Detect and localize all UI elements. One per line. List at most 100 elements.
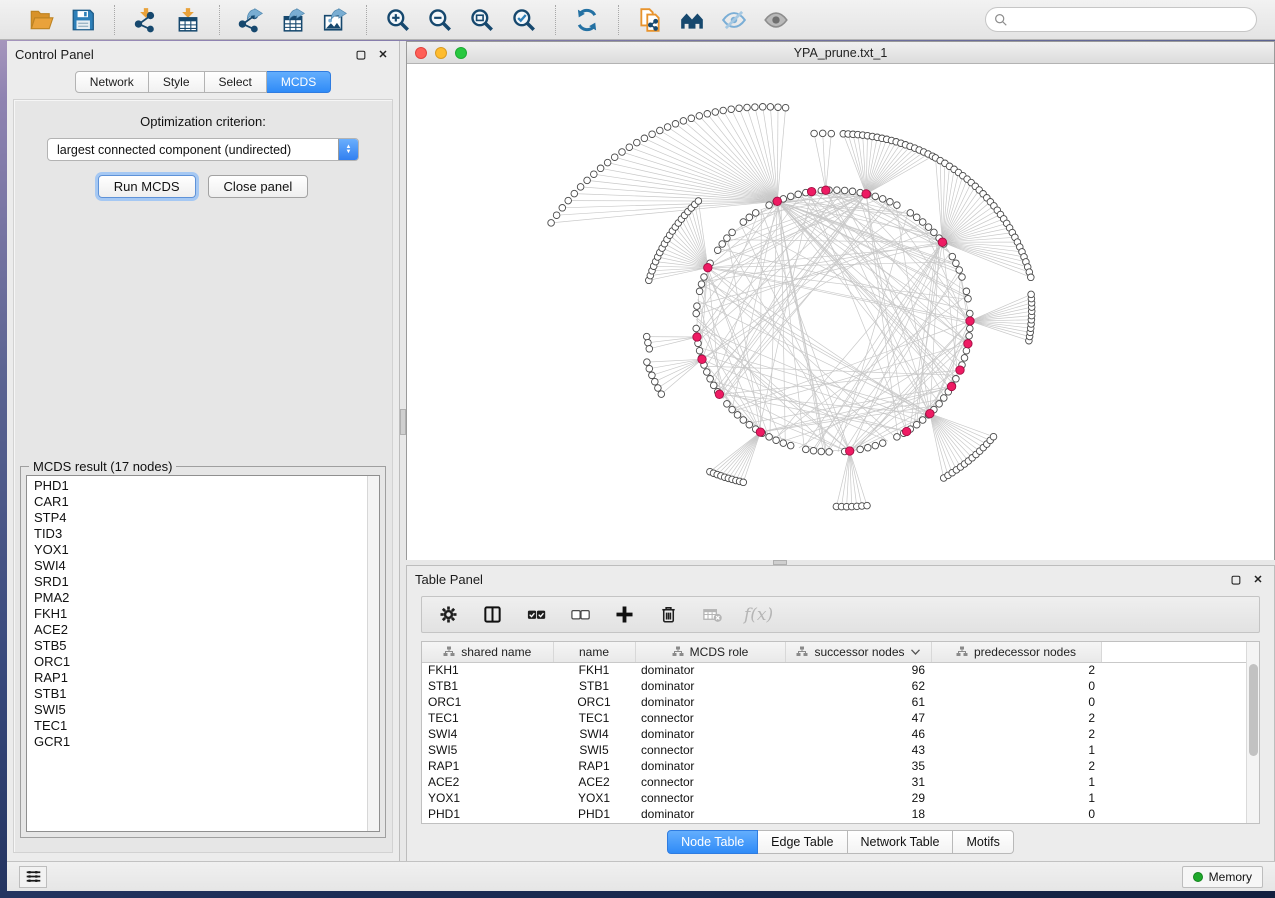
table-row[interactable]: TEC1TEC1connector472 bbox=[422, 710, 1246, 726]
network-node[interactable] bbox=[693, 325, 700, 332]
table-cell[interactable]: dominator bbox=[635, 662, 785, 678]
mcds-node[interactable] bbox=[902, 427, 910, 435]
network-node[interactable] bbox=[780, 440, 787, 447]
network-node[interactable] bbox=[782, 104, 789, 111]
network-titlebar[interactable]: YPA_prune.txt_1 bbox=[407, 42, 1274, 64]
mcds-node[interactable] bbox=[773, 197, 781, 205]
table-cell[interactable]: connector bbox=[635, 790, 785, 806]
network-node[interactable] bbox=[728, 106, 735, 113]
network-node[interactable] bbox=[810, 447, 817, 454]
network-node[interactable] bbox=[553, 212, 560, 219]
mcds-list-item[interactable]: YOX1 bbox=[34, 542, 367, 558]
tab-style[interactable]: Style bbox=[149, 71, 205, 93]
network-node[interactable] bbox=[729, 406, 736, 413]
network-node[interactable] bbox=[752, 210, 759, 217]
network-node[interactable] bbox=[990, 433, 997, 440]
network-node[interactable] bbox=[953, 376, 960, 383]
network-node[interactable] bbox=[766, 434, 773, 441]
table-cell[interactable]: 61 bbox=[785, 694, 931, 710]
table-cell[interactable]: ORC1 bbox=[422, 694, 553, 710]
network-node[interactable] bbox=[734, 412, 741, 419]
search-field[interactable] bbox=[985, 7, 1257, 32]
float-panel-icon[interactable]: ▢ bbox=[353, 46, 369, 62]
table-cell[interactable]: SWI4 bbox=[553, 726, 635, 742]
mcds-list-item[interactable]: SWI5 bbox=[34, 702, 367, 718]
export-image-button[interactable] bbox=[318, 4, 352, 36]
mcds-node[interactable] bbox=[715, 390, 723, 398]
network-node[interactable] bbox=[961, 355, 968, 362]
network-node[interactable] bbox=[963, 347, 970, 354]
network-node[interactable] bbox=[907, 210, 914, 217]
table-row[interactable]: FKH1FKH1dominator962 bbox=[422, 662, 1246, 678]
network-node[interactable] bbox=[819, 130, 826, 137]
table-cell[interactable]: YOX1 bbox=[422, 790, 553, 806]
table-scrollbar[interactable] bbox=[1246, 642, 1259, 823]
mcds-list-item[interactable]: TID3 bbox=[34, 526, 367, 542]
network-node[interactable] bbox=[963, 288, 970, 295]
mcds-list-item[interactable]: GCR1 bbox=[34, 734, 367, 750]
network-node[interactable] bbox=[803, 446, 810, 453]
mcds-node[interactable] bbox=[938, 238, 946, 246]
show-columns-button[interactable] bbox=[480, 603, 504, 627]
table-cell[interactable]: YOX1 bbox=[553, 790, 635, 806]
table-cell[interactable]: 35 bbox=[785, 758, 931, 774]
network-node[interactable] bbox=[597, 165, 604, 172]
network-node[interactable] bbox=[644, 359, 651, 366]
table-cell[interactable]: dominator bbox=[635, 806, 785, 822]
table-cell[interactable]: 47 bbox=[785, 710, 931, 726]
network-node[interactable] bbox=[701, 274, 708, 281]
network-node[interactable] bbox=[645, 339, 652, 346]
network-node[interactable] bbox=[773, 437, 780, 444]
mcds-node[interactable] bbox=[956, 366, 964, 374]
network-node[interactable] bbox=[834, 187, 841, 194]
network-node[interactable] bbox=[740, 479, 747, 486]
table-cell[interactable]: 2 bbox=[931, 662, 1101, 678]
import-network-button[interactable] bbox=[129, 4, 163, 36]
table-cell[interactable]: FKH1 bbox=[422, 662, 553, 678]
table-mode-button[interactable] bbox=[436, 603, 460, 627]
table-cell[interactable]: FKH1 bbox=[553, 662, 635, 678]
open-file-button[interactable] bbox=[24, 4, 58, 36]
hide-selected-button[interactable] bbox=[717, 4, 751, 36]
network-node[interactable] bbox=[965, 295, 972, 302]
network-node[interactable] bbox=[720, 107, 727, 114]
table-cell[interactable]: ORC1 bbox=[553, 694, 635, 710]
network-node[interactable] bbox=[879, 440, 886, 447]
network-node[interactable] bbox=[1028, 274, 1035, 281]
mcds-node[interactable] bbox=[704, 264, 712, 272]
network-node[interactable] bbox=[759, 104, 766, 111]
network-node[interactable] bbox=[913, 214, 920, 221]
panel-selector-button[interactable] bbox=[19, 866, 47, 888]
zoom-in-button[interactable] bbox=[381, 4, 415, 36]
table-row[interactable]: STB1STB1dominator620 bbox=[422, 678, 1246, 694]
network-node[interactable] bbox=[646, 346, 653, 353]
network-node[interactable] bbox=[710, 382, 717, 389]
network-node[interactable] bbox=[577, 184, 584, 191]
network-node[interactable] bbox=[658, 391, 665, 398]
mcds-list-item[interactable]: STB5 bbox=[34, 638, 367, 654]
import-table-button[interactable] bbox=[171, 4, 205, 36]
network-node[interactable] bbox=[752, 104, 759, 111]
mcds-list-item[interactable]: PHD1 bbox=[34, 478, 367, 494]
network-node[interactable] bbox=[919, 417, 926, 424]
network-node[interactable] bbox=[584, 177, 591, 184]
mcds-node[interactable] bbox=[693, 333, 701, 341]
network-node[interactable] bbox=[967, 325, 974, 332]
table-cell[interactable]: 2 bbox=[931, 726, 1101, 742]
mcds-list-item[interactable]: SWI4 bbox=[34, 558, 367, 574]
binoculars-button[interactable] bbox=[675, 4, 709, 36]
network-node[interactable] bbox=[707, 376, 714, 383]
network-node[interactable] bbox=[719, 241, 726, 248]
table-cell[interactable]: dominator bbox=[635, 678, 785, 694]
memory-button[interactable]: Memory bbox=[1182, 866, 1263, 888]
network-node[interactable] bbox=[649, 372, 656, 379]
network-node[interactable] bbox=[740, 219, 747, 226]
search-input[interactable] bbox=[1013, 13, 1248, 27]
tab-network-table[interactable]: Network Table bbox=[848, 830, 954, 854]
tab-node-table[interactable]: Node Table bbox=[667, 830, 758, 854]
network-node[interactable] bbox=[787, 193, 794, 200]
network-node[interactable] bbox=[967, 310, 974, 317]
network-node[interactable] bbox=[548, 220, 555, 227]
table-cell[interactable]: RAP1 bbox=[553, 758, 635, 774]
network-node[interactable] bbox=[879, 196, 886, 203]
